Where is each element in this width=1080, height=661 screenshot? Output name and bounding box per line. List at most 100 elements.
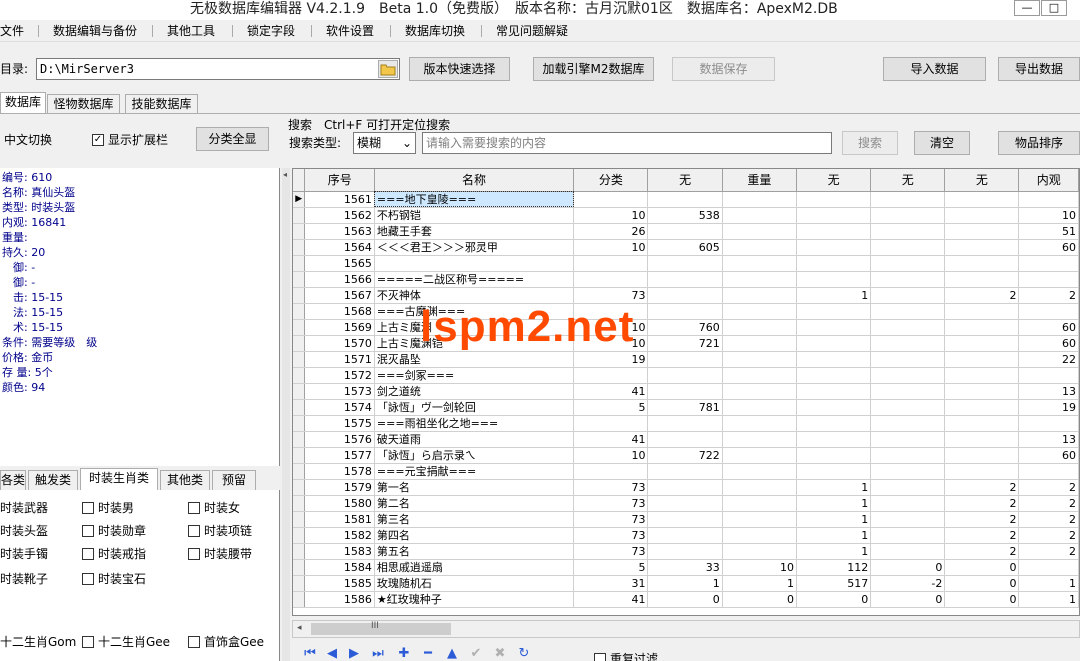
nav-prior-icon[interactable]: ◀ — [324, 647, 340, 661]
cell-value[interactable] — [870, 415, 946, 432]
tab-category-reserved[interactable]: 预留 — [212, 470, 256, 490]
row-indicator[interactable] — [293, 463, 306, 480]
table-row[interactable]: 1566 =====二战区称号===== — [293, 271, 1079, 288]
cell-value[interactable]: 0 — [796, 591, 872, 608]
menu-lock-fields[interactable]: 锁定字段 — [247, 23, 295, 39]
cell-value[interactable]: 605 — [647, 239, 723, 256]
row-indicator[interactable] — [293, 351, 306, 368]
cell-name[interactable]: ===剑冢=== — [374, 367, 575, 384]
row-indicator[interactable] — [293, 527, 306, 544]
cell-value[interactable] — [870, 191, 946, 208]
row-indicator[interactable] — [293, 303, 306, 320]
menu-other-tools[interactable]: 其他工具 — [167, 23, 215, 39]
cell-value[interactable]: 721 — [647, 335, 723, 352]
cell-index[interactable]: 1585 — [304, 575, 375, 592]
nav-refresh-icon[interactable]: ↻ — [516, 647, 532, 661]
tab-category-fashion-zodiac[interactable]: 时装生肖类 — [80, 468, 158, 490]
cell-value[interactable]: 2 — [944, 479, 1020, 496]
item-table[interactable]: 序号 名称 分类 无 重量 无 无 无 内观 ▶ 1561 ===地下皇陵=== 15… — [293, 169, 1079, 608]
cell-value[interactable] — [573, 415, 649, 432]
table-row[interactable]: 1568 ===古魔渊=== — [293, 303, 1079, 320]
cell-value[interactable] — [796, 415, 872, 432]
cell-value[interactable]: 2 — [944, 543, 1020, 560]
cell-value[interactable] — [870, 271, 946, 288]
cell-index[interactable]: 1580 — [304, 495, 375, 512]
row-indicator[interactable] — [293, 559, 306, 576]
cell-name[interactable]: 第二名 — [374, 495, 575, 512]
cell-value[interactable]: 22 — [1018, 351, 1079, 368]
cell-index[interactable]: 1571 — [304, 351, 375, 368]
cell-index[interactable]: 1582 — [304, 527, 375, 544]
cell-value[interactable]: 13 — [1018, 383, 1079, 400]
cell-value[interactable] — [796, 271, 872, 288]
cell-value[interactable] — [796, 239, 872, 256]
cell-value[interactable] — [944, 383, 1020, 400]
cell-value[interactable] — [722, 543, 797, 560]
cell-value[interactable]: 1 — [722, 575, 797, 592]
nav-first-icon[interactable]: ⏮ — [302, 647, 318, 661]
scrollbar-thumb[interactable]: III — [311, 621, 451, 635]
cell-value[interactable] — [722, 479, 797, 496]
item-sort-button[interactable]: 物品排序 — [998, 131, 1080, 155]
cell-value[interactable] — [647, 223, 723, 240]
cell-value[interactable] — [647, 367, 723, 384]
cell-value[interactable]: 1 — [796, 495, 872, 512]
load-db-button[interactable]: 加载引擎M2数据库 — [533, 57, 654, 81]
menu-data-edit-backup[interactable]: 数据编辑与备份 — [53, 23, 137, 39]
row-indicator[interactable] — [293, 399, 306, 416]
cell-value[interactable] — [870, 495, 946, 512]
cb-fashion-ring[interactable] — [82, 548, 94, 560]
save-data-button[interactable]: 数据保存 — [672, 57, 775, 81]
row-indicator[interactable] — [293, 511, 306, 528]
cell-value[interactable] — [944, 431, 1020, 448]
cell-value[interactable] — [647, 479, 723, 496]
table-row[interactable]: 1578 ===元宝捐献=== — [293, 463, 1079, 480]
cell-value[interactable] — [944, 447, 1020, 464]
cell-value[interactable] — [573, 191, 649, 208]
cell-value[interactable] — [944, 223, 1020, 240]
row-indicator[interactable] — [293, 271, 306, 288]
cell-value[interactable] — [796, 431, 872, 448]
cell-name[interactable]: 「詠恆」ヴ一剑轮回 — [374, 399, 575, 416]
cell-value[interactable] — [870, 223, 946, 240]
cell-value[interactable]: 0 — [870, 559, 946, 576]
row-indicator[interactable] — [293, 335, 306, 352]
column-header[interactable]: 内观 — [1018, 169, 1079, 192]
horizontal-scrollbar[interactable]: ◂ III — [292, 620, 1080, 638]
table-row[interactable]: 1579 第一名 73 1 2 2 — [293, 479, 1079, 496]
row-indicator[interactable] — [293, 431, 306, 448]
cell-value[interactable] — [722, 527, 797, 544]
cell-value[interactable] — [722, 351, 797, 368]
table-row[interactable]: 1571 泯灭晶坠 19 22 — [293, 351, 1079, 368]
tab-skill-db[interactable]: 技能数据库 — [125, 94, 198, 114]
table-row[interactable]: 1574 「詠恆」ヴ一剑轮回 5 781 19 — [293, 399, 1079, 416]
cell-value[interactable]: 1 — [796, 479, 872, 496]
cell-name[interactable]: 不灭神体 — [374, 287, 575, 304]
column-header[interactable]: 无 — [647, 169, 723, 192]
cell-index[interactable]: 1564 — [304, 239, 375, 256]
cb-fashion-female[interactable] — [188, 502, 200, 514]
menu-faq[interactable]: 常见问题解疑 — [496, 23, 568, 39]
maximize-button[interactable]: □ — [1041, 0, 1067, 16]
cell-value[interactable] — [944, 271, 1020, 288]
cell-value[interactable] — [573, 255, 649, 272]
cell-value[interactable] — [944, 239, 1020, 256]
cell-value[interactable]: 2 — [1018, 543, 1079, 560]
tab-monster-db[interactable]: 怪物数据库 — [47, 94, 120, 114]
cell-value[interactable] — [944, 207, 1020, 224]
cell-name[interactable]: 剑之道统 — [374, 383, 575, 400]
cell-value[interactable]: 60 — [1018, 447, 1079, 464]
row-indicator[interactable] — [293, 319, 306, 336]
table-row[interactable]: 1580 第二名 73 1 2 2 — [293, 495, 1079, 512]
cell-value[interactable]: 1 — [796, 511, 872, 528]
cb-jewelry-box-gee[interactable] — [188, 636, 200, 648]
cell-value[interactable] — [1018, 255, 1079, 272]
cell-value[interactable]: 73 — [573, 495, 649, 512]
cell-value[interactable] — [944, 367, 1020, 384]
cell-value[interactable]: 517 — [796, 575, 872, 592]
cell-name[interactable]: 第五名 — [374, 543, 575, 560]
cb-fashion-medal[interactable] — [82, 525, 94, 537]
cell-index[interactable]: 1584 — [304, 559, 375, 576]
cell-value[interactable] — [647, 287, 723, 304]
cell-value[interactable] — [944, 351, 1020, 368]
